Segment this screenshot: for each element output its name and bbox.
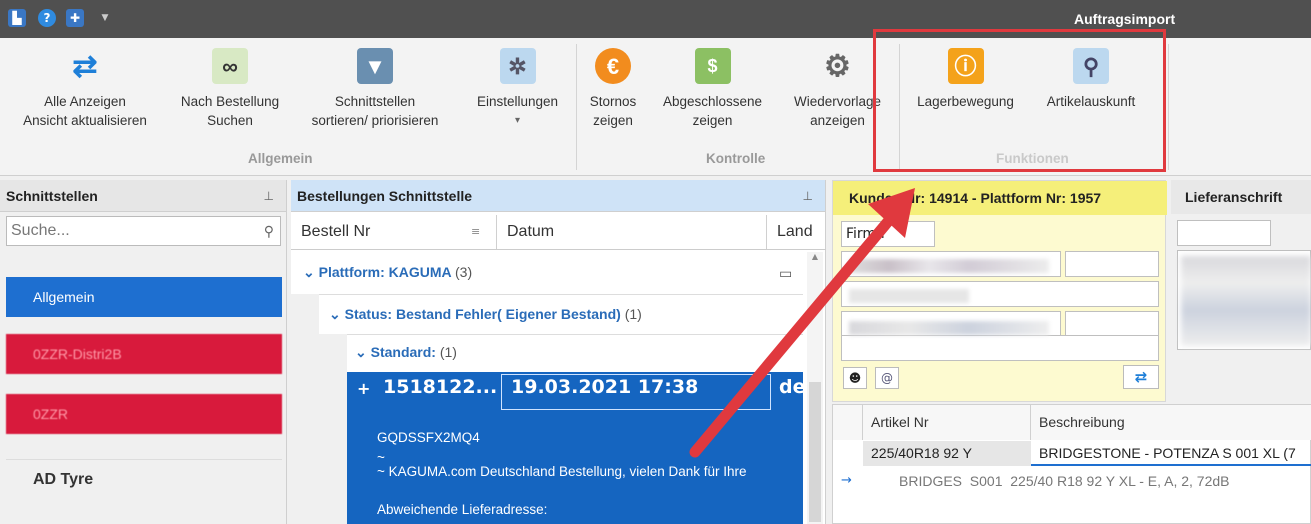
redacted-block	[1181, 256, 1311, 346]
redacted-block	[849, 289, 969, 303]
scroll-up-icon[interactable]: ▲	[807, 252, 823, 261]
column-header-land[interactable]: Land	[767, 215, 826, 249]
scrollbar[interactable]: ▲	[807, 252, 823, 524]
group-row-platform[interactable]: ⌄ Plattform: KAGUMA (3)	[303, 264, 472, 281]
interface-item-0zzr[interactable]: 0ZZR	[6, 394, 282, 434]
filter-sort-icon: ▼	[357, 48, 393, 84]
cancellations-button[interactable]: € Stornos zeigen	[580, 48, 646, 130]
pin-icon[interactable]: ⊥	[264, 180, 274, 212]
sort-interfaces-button[interactable]: ▼ Schnittstellen sortieren/ priorisieren	[290, 48, 460, 130]
delivery-field-1[interactable]	[1177, 220, 1271, 246]
column-header-datum[interactable]: Datum	[497, 215, 767, 249]
gear-refresh-icon: ⚙	[824, 49, 851, 83]
chevron-down-icon[interactable]: ⌄	[329, 306, 341, 322]
firma-field[interactable]: Firma	[841, 221, 935, 247]
pin-icon[interactable]: ⊥	[803, 180, 813, 212]
group-label-kontrolle: Kontrolle	[706, 151, 766, 166]
settings-window-icon: ✲	[499, 48, 536, 84]
orders-panel: Bestellungen Schnittstelle ⊥ Bestell Nr …	[291, 180, 826, 524]
refresh-all-button[interactable]: ⇄ Alle Anzeigen Ansicht aktualisieren	[0, 48, 170, 130]
column-header-beschreibung[interactable]: Beschreibung	[1031, 405, 1311, 440]
dropdown-icon[interactable]: ▼	[96, 9, 114, 27]
settings-button[interactable]: ✲ Einstellungen ▾	[465, 48, 570, 130]
address-field-6[interactable]	[841, 335, 1159, 361]
filter-icon[interactable]: ≡	[471, 225, 480, 238]
order-land: de	[779, 376, 806, 398]
description-cell[interactable]: BRIDGESTONE - POTENZA S 001 XL (7	[1031, 441, 1311, 466]
article-nr-cell[interactable]: 225/40R18 92 Y	[863, 441, 1031, 466]
search-icon[interactable]: ⚲	[264, 217, 274, 245]
customer-section: Kunden Nr: 14914 - Plattform Nr: 1957 Fi…	[832, 180, 1167, 402]
redacted-block	[849, 259, 1049, 273]
delivery-header: Lieferanschrift	[1171, 180, 1311, 214]
refresh-icon[interactable]: ⇄	[1123, 365, 1159, 389]
panel-header: Schnittstellen ⊥	[0, 180, 286, 212]
customer-header: Kunden Nr: 14914 - Plattform Nr: 1957	[833, 181, 1167, 215]
address-field-5[interactable]	[1065, 311, 1159, 337]
details-panel: Kunden Nr: 14914 - Plattform Nr: 1957 Fi…	[829, 180, 1311, 524]
app-icon[interactable]: ▙	[8, 9, 26, 27]
ribbon-separator	[576, 44, 577, 170]
group-label-allgemein: Allgemein	[248, 151, 313, 166]
address-field-2[interactable]	[1065, 251, 1159, 277]
chevron-down-icon[interactable]: ⌄	[303, 264, 315, 280]
interfaces-panel: Schnittstellen ⊥ Suche... ⚲ Allgemein 0Z…	[0, 180, 287, 524]
binoculars-icon: ∞	[212, 48, 248, 84]
row-indicator-icon: →	[841, 473, 852, 488]
redacted-block	[849, 321, 1049, 335]
interface-item-allgemein[interactable]: Allgemein	[6, 277, 282, 317]
money-icon: $	[694, 48, 731, 84]
refresh-icon: ⇄	[72, 49, 98, 83]
column-header-artikel-nr[interactable]: Artikel Nr	[863, 405, 1031, 440]
search-input[interactable]: Suche... ⚲	[6, 216, 281, 246]
group-row-status[interactable]: ⌄ Status: Bestand Fehler( Eigener Bestan…	[329, 306, 642, 323]
interface-item-0zzr-distri2b[interactable]: 0ZZR-Distri2B	[6, 334, 282, 374]
completed-button[interactable]: $ Abgeschlossene zeigen	[650, 48, 775, 130]
medical-icon[interactable]: ✚	[66, 9, 84, 27]
order-date: 19.03.2021 17:38	[511, 376, 699, 398]
group-row-standard[interactable]: ⌄ Standard: (1)	[355, 344, 457, 361]
help-icon[interactable]: ?	[38, 9, 56, 27]
row-expander[interactable]: +	[357, 379, 370, 398]
article-detail-line: BRIDGES S001 225/40 R18 92 Y XL - E, A, …	[899, 473, 1230, 489]
order-number: 1518122...	[383, 376, 498, 398]
highlight-box	[873, 29, 1166, 172]
column-header-bestell-nr[interactable]: Bestell Nr	[291, 215, 497, 249]
ribbon-separator	[1168, 44, 1169, 170]
group-panel-icon[interactable]: ▭	[779, 266, 792, 282]
contact-card-icon[interactable]: ☻	[843, 367, 867, 389]
search-order-button[interactable]: ∞ Nach Bestellung Suchen	[170, 48, 290, 130]
interface-item-ad-tyre[interactable]: AD Tyre	[6, 459, 282, 499]
article-grid: Artikel Nr Beschreibung 225/40R18 92 Y B…	[832, 404, 1311, 524]
panel-header: Bestellungen Schnittstelle ⊥	[291, 180, 825, 212]
selected-order-row[interactable]: + 1518122... 19.03.2021 17:38 de GQDSSFX…	[347, 372, 806, 524]
chevron-down-icon[interactable]: ⌄	[355, 344, 367, 360]
email-icon[interactable]: @	[875, 367, 899, 389]
euro-cancel-icon: €	[595, 48, 631, 84]
column-header-corner	[833, 405, 863, 440]
window-title: Auftragsimport	[1074, 11, 1176, 27]
